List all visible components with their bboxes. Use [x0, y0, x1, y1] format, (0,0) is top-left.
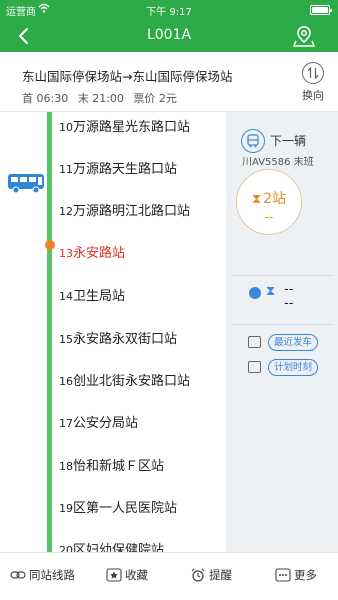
switch-direction-label: 换向	[302, 89, 324, 102]
station-number: 18	[59, 460, 73, 473]
route-schedule: 首 06:30 末 21:00 票价 2元	[22, 90, 183, 106]
bus-icon	[248, 336, 261, 348]
bus-dot-icon	[249, 287, 261, 299]
station-name: 区妇幼保健院站	[73, 543, 165, 552]
bottom-tab-bar: 同站线路 收藏 提醒 更多	[0, 552, 338, 600]
tab-favorite[interactable]: 收藏	[106, 567, 148, 587]
station-number: 14	[59, 290, 73, 303]
station-item[interactable]: 20区妇幼保健院站	[0, 535, 226, 552]
tab-reminder[interactable]: 提醒	[190, 567, 232, 587]
station-number: 11	[59, 163, 73, 176]
station-number: 13	[59, 247, 73, 260]
station-item[interactable]: 14卫生局站	[0, 281, 226, 323]
station-number: 10	[59, 121, 73, 134]
station-item[interactable]: 18怡和新城Ｆ区站	[0, 451, 226, 493]
divider	[232, 324, 332, 325]
station-item[interactable]: 11万源路天生路口站	[0, 154, 226, 196]
fare: 票价 2元	[133, 92, 177, 105]
current-station-marker	[45, 240, 55, 250]
station-number: 16	[59, 375, 73, 388]
next-bus-label: 下一辆	[270, 134, 307, 148]
station-name: 永安路站	[73, 246, 126, 261]
page-title: L001A	[146, 27, 192, 43]
recent-departure-label: 最近发车	[268, 334, 319, 351]
alarm-clock-icon	[191, 568, 205, 582]
divider	[232, 275, 332, 276]
station-item[interactable]: 16创业北街永安路口站	[0, 366, 226, 408]
nav-bar: L001A	[0, 20, 338, 52]
stops-away-ring: ⧗ 2站 --	[236, 169, 302, 235]
station-number: 19	[59, 502, 73, 515]
hourglass-icon: ⧗	[266, 284, 276, 299]
station-name: 万源路天生路口站	[73, 162, 178, 177]
station-item[interactable]: 15永安路永双街口站	[0, 324, 226, 366]
route-header: 东山国际停保场站→东山国际停保场站 首 06:30 末 21:00 票价 2元 …	[0, 52, 338, 112]
station-name: 公安分局站	[73, 416, 139, 431]
station-name: 万源路明江北路口站	[73, 204, 191, 219]
recent-departure-button[interactable]: 最近发车	[248, 334, 336, 352]
more-icon	[275, 568, 291, 582]
eta-value: --	[264, 210, 274, 224]
bus-icon	[241, 129, 265, 153]
battery-icon	[310, 5, 332, 15]
swap-direction-icon	[302, 62, 324, 84]
route-name: 东山国际停保场站→东山国际停保场站	[22, 69, 233, 84]
station-list[interactable]: 10万源路星光东路口站 11万源路天生路口站 12万源路明江北路口站 13永安路…	[0, 112, 226, 552]
station-name: 卫生局站	[73, 289, 126, 304]
status-bar: 运营商 下午 9:17	[0, 0, 338, 20]
clock: 下午 9:17	[146, 7, 192, 18]
station-number: 12	[59, 205, 73, 218]
station-item[interactable]: 17公安分局站	[0, 408, 226, 450]
stops-away: 2站	[263, 191, 287, 207]
tab-same-station-lines[interactable]: 同站线路	[10, 567, 75, 587]
station-number: 15	[59, 333, 73, 346]
station-number: 17	[59, 417, 73, 430]
first-bus-time: 首 06:30	[22, 92, 69, 105]
station-name: 怡和新城Ｆ区站	[73, 459, 165, 474]
timetable-icon	[248, 361, 261, 373]
station-item-current[interactable]: 13永安路站	[0, 238, 226, 280]
second-bus-eta: -- --	[284, 282, 294, 311]
switch-direction-button[interactable]: 换向	[298, 62, 328, 106]
map-pin-icon[interactable]	[292, 24, 316, 48]
station-name: 区第一人民医院站	[73, 501, 178, 516]
station-number: 20	[59, 544, 73, 552]
link-icon	[10, 571, 26, 579]
station-name: 创业北街永安路口站	[73, 374, 191, 389]
station-item[interactable]: 10万源路星光东路口站	[0, 112, 226, 154]
last-bus-time: 末 21:00	[77, 92, 124, 105]
timetable-label: 计划时刻	[268, 359, 319, 376]
station-name: 万源路星光东路口站	[73, 120, 191, 135]
hourglass-icon: ⧗	[251, 192, 262, 207]
station-item[interactable]: 12万源路明江北路口站	[0, 196, 226, 238]
timetable-button[interactable]: 计划时刻	[248, 359, 336, 377]
bus-plate: 川AV5586 末班	[242, 157, 314, 168]
star-icon	[106, 568, 122, 582]
station-item[interactable]: 19区第一人民医院站	[0, 493, 226, 535]
tab-more[interactable]: 更多	[275, 567, 317, 587]
arrival-panel: 下一辆 川AV5586 末班 ⧗ 2站 -- ⧗ -- -- 最近发车 计划时刻	[226, 112, 338, 552]
station-name: 永安路永双街口站	[73, 332, 178, 347]
